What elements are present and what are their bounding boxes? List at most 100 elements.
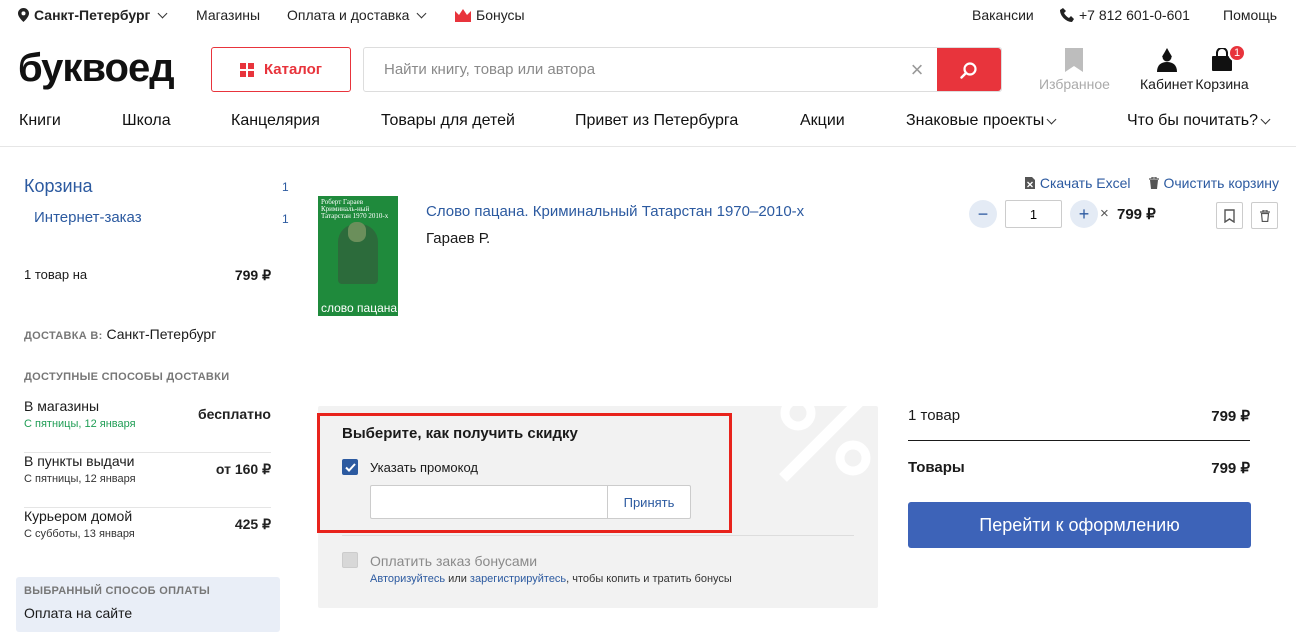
favorites-link[interactable]: Избранное [1039,48,1110,92]
delivery-method-date: С пятницы, 12 января [24,418,136,430]
nav-item-kids[interactable]: Товары для детей [381,112,515,130]
delivery-method[interactable]: В магазины С пятницы, 12 января бесплатн… [24,398,271,453]
cart-link[interactable]: Корзина 1 [1194,44,1250,92]
delivery-method-price: бесплатно [197,406,271,422]
cart-actions: Скачать Excel Очистить корзину [1024,175,1280,191]
clear-cart-link[interactable]: Очистить корзину [1148,175,1280,191]
delivery-method-title: Курьером домой [24,508,133,524]
bonus-or-text: или [448,573,467,585]
add-to-favorites-button[interactable] [1216,202,1243,229]
delivery-to-label: Доставка в: [24,330,103,342]
favorites-label: Избранное [1039,76,1110,92]
search-button[interactable] [937,48,1001,91]
clear-cart-label: Очистить корзину [1163,175,1280,191]
nav-read-label: Что бы почитать? [1127,112,1259,129]
remove-item-button[interactable] [1251,202,1278,229]
highlight-frame [317,413,732,533]
nav-item-what-to-read[interactable]: Что бы почитать? [1127,112,1271,130]
cover-head-illustration [348,222,366,242]
trash-icon [1148,177,1159,189]
register-link[interactable]: зарегистрируйтесь [470,573,566,585]
catalog-button[interactable]: Каталог [211,47,351,92]
discount-separator [342,535,854,536]
totals-goods-label: Товары [908,459,965,476]
quantity-input[interactable] [1005,200,1062,228]
cabinet-link[interactable]: Кабинет [1140,48,1193,92]
product-title-link[interactable]: Слово пацана. Криминальный Татарстан 197… [426,203,804,220]
totals-goods-value: 799 ₽ [1211,460,1250,477]
search-input[interactable] [364,48,897,91]
bonus-tail-text: , чтобы копить и тратить бонусы [566,573,732,585]
totals-items-label: 1 товар [908,407,961,424]
vacancies-link[interactable]: Вакансии [972,7,1034,23]
sidebar-online-count: 1 [282,212,289,226]
chevron-down-icon [1260,114,1271,124]
nav-item-projects[interactable]: Знаковые проекты [906,112,1057,130]
nav-item-spb[interactable]: Привет из Петербурга [575,112,738,130]
nav-item-sales[interactable]: Акции [800,112,845,130]
phone-number: +7 812 601-0-601 [1079,7,1190,23]
percent-watermark-icon [779,406,871,482]
chevron-down-icon [416,8,427,18]
delivery-method-price: от 160 ₽ [215,461,271,477]
login-link[interactable]: Авторизуйтесь [370,573,445,585]
search-icon [960,61,977,79]
sidebar-cart-link[interactable]: Корзина [24,176,93,197]
payment-delivery-label: Оплата и доставка [287,7,410,23]
delivery-city[interactable]: Доставка в: Санкт-Петербург [24,326,216,342]
download-excel-label: Скачать Excel [1039,175,1131,191]
sidebar-online-order-link[interactable]: Интернет-заказ [34,209,142,226]
delivery-method[interactable]: Курьером домой С субботы, 13 января 425 … [24,508,271,563]
bookmark-icon [1065,48,1084,72]
totals-separator [908,440,1250,441]
delivery-method-date: С субботы, 13 января [24,528,135,540]
excel-file-icon [1024,177,1035,189]
cover-subtitle-text: Криминаль-ный Татарстан 1970 2010-х [321,205,389,220]
bonus-checkbox[interactable] [342,552,358,568]
top-bar: Санкт-Петербург Магазины Оплата и достав… [0,0,1296,32]
bonus-label: Оплатить заказ бонусами [370,553,538,569]
payment-method-heading: Выбранный способ оплаты [24,585,211,597]
clear-search-icon[interactable]: × [897,48,937,91]
logo[interactable]: буквоед [18,44,175,92]
totals-items-value: 799 ₽ [1211,408,1250,425]
sidebar-cart-count: 1 [282,180,289,194]
payment-method-value: Оплата на сайте [24,605,133,621]
stores-link[interactable]: Магазины [196,7,260,23]
increase-quantity-button[interactable]: + [1070,200,1098,228]
product-author: Гараев Р. [426,230,491,247]
bonuses-link[interactable]: Бонусы [455,7,525,23]
city-label: Санкт-Петербург [34,7,151,23]
nav-item-school[interactable]: Школа [122,112,171,130]
download-excel-link[interactable]: Скачать Excel [1024,175,1131,191]
main-nav: Книги Школа Канцелярия Товары для детей … [0,112,1296,134]
location-pin-icon [18,8,29,22]
help-link[interactable]: Помощь [1223,7,1277,23]
cart-count-badge: 1 [1228,44,1246,62]
nav-item-stationery[interactable]: Канцелярия [231,112,320,130]
delivery-city-value: Санкт-Петербург [106,326,217,342]
cover-title-text: слово пацана [321,301,398,315]
checkout-button[interactable]: Перейти к оформлению [908,502,1251,548]
bookmark-outline-icon [1224,208,1235,223]
city-selector[interactable]: Санкт-Петербург [18,7,168,23]
decrease-quantity-button[interactable]: − [969,200,997,228]
catalog-label: Каталог [263,61,323,78]
chevron-down-icon [1046,114,1057,124]
phone-icon [1060,8,1074,22]
payment-delivery-menu[interactable]: Оплата и доставка [287,7,427,23]
phone-link[interactable]: +7 812 601-0-601 [1060,7,1190,23]
nav-projects-label: Знаковые проекты [906,112,1045,129]
chevron-down-icon [157,8,168,18]
product-cover[interactable]: Роберт Гараев Криминаль-ный Татарстан 19… [318,196,398,316]
delivery-method[interactable]: В пункты выдачи С пятницы, 12 января от … [24,453,271,508]
delivery-method-date: С пятницы, 12 января [24,473,136,485]
cover-top-text: Роберт Гараев Криминаль-ный Татарстан 19… [321,199,395,220]
payment-method-box[interactable]: Выбранный способ оплаты Оплата на сайте [16,577,280,632]
totals-items-row: 1 товар 799 ₽ [908,407,1250,425]
quantity-stepper: − + [969,200,1098,228]
cart-label: Корзина [1195,76,1249,92]
sidebar-summary: 1 товар на 799 ₽ [24,267,271,284]
delivery-method-title: В магазины [24,398,100,414]
nav-item-books[interactable]: Книги [19,112,61,130]
